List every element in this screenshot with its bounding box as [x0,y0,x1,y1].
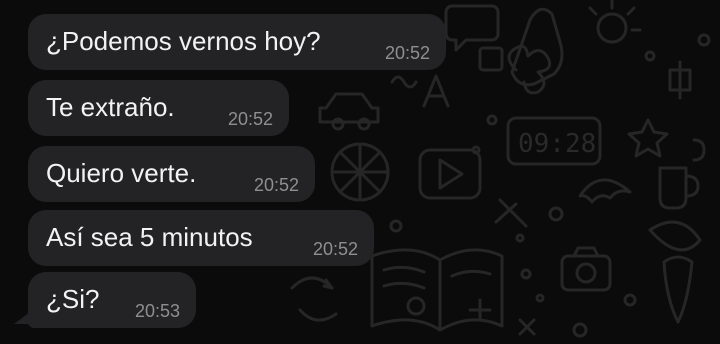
message-text: Así sea 5 minutos [46,222,253,252]
chat-window: 09:28 ¿Podemos vernos hoy? 20:52 Te extr… [0,0,720,344]
mug-doodle [658,166,700,210]
message-bubble[interactable]: Quiero verte. 20:52 [28,146,315,202]
gift-doodle [478,46,504,72]
camera-doodle [560,254,612,292]
book-doodle [370,248,504,332]
play-doodle [438,158,464,190]
message-bubble[interactable]: ¿Podemos vernos hoy? 20:52 [28,14,446,70]
a-letter-doodle [422,74,450,108]
speech-bubble-doodle [444,4,500,52]
leaf-doodle [648,220,702,252]
message-bubble[interactable]: Así sea 5 minutos 20:52 [28,210,374,266]
star-doodle [627,118,669,158]
clock-doodle-text: 09:28 [518,129,596,159]
message-text: ¿Podemos vernos hoy? [46,26,321,56]
message-text: Quiero verte. [46,158,197,188]
message-timestamp: 20:52 [384,43,430,63]
car-doodle [318,92,380,124]
croissant-doodle [578,178,632,204]
flower-doodle [596,12,628,44]
message-timestamp: 20:52 [253,175,299,195]
message-text: ¿Si? [46,284,100,314]
message-bubble[interactable]: Te extraño. 20:52 [28,80,289,136]
message-timestamp: 20:53 [134,301,180,321]
arrows-doodle [290,276,334,290]
message-bubble[interactable]: ¿Si? 20:53 [28,272,196,328]
message-text: Te extraño. [46,92,175,122]
message-timestamp: 20:52 [312,239,358,259]
message-timestamp: 20:52 [227,109,273,129]
